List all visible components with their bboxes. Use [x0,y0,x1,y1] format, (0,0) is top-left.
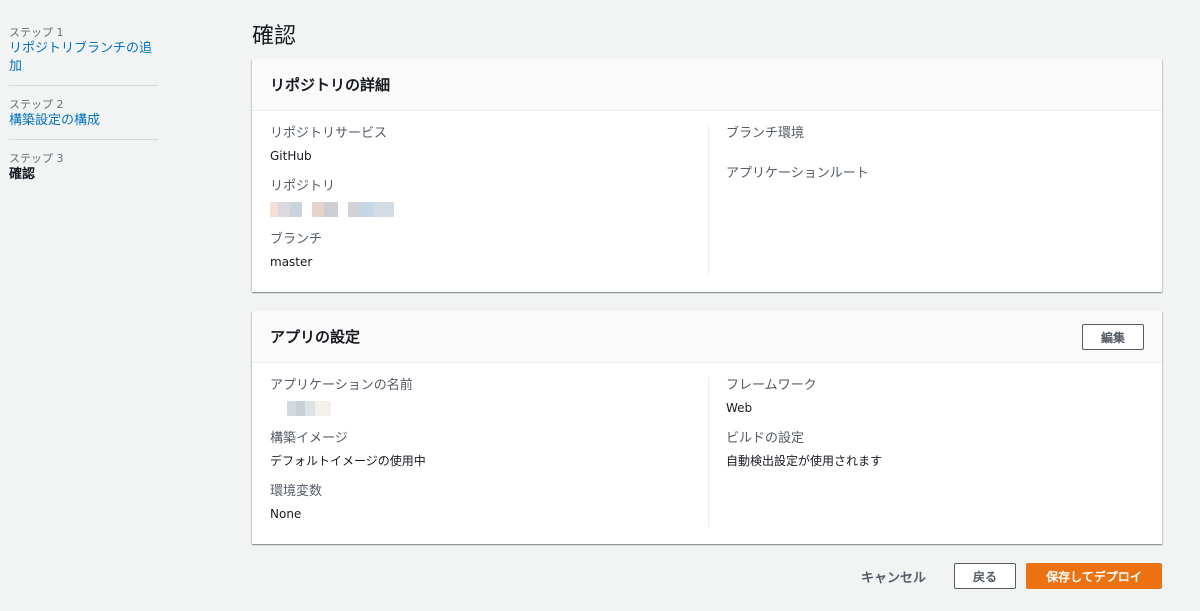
redacted-repository-value [270,201,707,218]
framework-field: フレームワーク Web [726,377,1143,417]
branch-environment-field: ブランチ環境 [726,125,1143,165]
build-image-field: 構築イメージ デフォルトイメージの使用中 [270,430,707,470]
right-column: ブランチ環境 アプリケーションルート [708,125,1143,275]
right-column: フレームワーク Web ビルドの設定 自動検出設定が使用されます [708,377,1143,527]
field-label: ビルドの設定 [726,431,805,446]
field-label: リポジトリサービス [270,126,388,141]
environment-variables-field: 環境変数 None [270,483,707,523]
field-value: None [270,507,302,521]
repository-field: リポジトリ [270,178,707,218]
left-column: アプリケーションの名前 構築イメージ デフォルトイメージの使用中 環境変数 No… [270,377,707,536]
repository-details-panel: リポジトリの詳細 リポジトリサービス GitHub リポジトリ ブランチ mas… [252,59,1162,292]
step-3-current: 確認 [9,167,36,182]
field-value: 自動検出設定が使用されます [726,454,883,468]
step-2-number: ステップ 2 [9,98,64,111]
footer-actions: キャンセル 戻る 保存してデプロイ [861,563,1162,589]
branch-field: ブランチ master [270,231,707,271]
panel-title: リポジトリの詳細 [270,76,391,94]
field-label: フレームワーク [726,378,817,393]
step-1-number: ステップ 1 [9,26,64,39]
page-title: 確認 [252,24,297,49]
field-value: master [270,255,313,269]
step-3-number: ステップ 3 [9,152,64,165]
step-1-link[interactable]: リポジトリブランチの追加 [9,40,158,76]
cancel-button[interactable]: キャンセル [861,567,926,586]
field-value: GitHub [270,149,312,163]
panel-body: アプリケーションの名前 構築イメージ デフォルトイメージの使用中 環境変数 No… [252,363,1162,543]
save-and-deploy-button[interactable]: 保存してデプロイ [1026,563,1162,589]
step-1: ステップ 1 リポジトリブランチの追加 [9,26,158,86]
field-label: リポジトリ [270,179,336,194]
application-root-field: アプリケーションルート [726,165,1143,205]
field-value [726,188,1143,205]
field-label: アプリケーションルート [726,166,869,181]
wizard-steps: ステップ 1 リポジトリブランチの追加 ステップ 2 構築設定の構成 ステップ … [0,0,165,611]
field-value: デフォルトイメージの使用中 [270,454,426,468]
app-settings-panel: アプリの設定 編集 アプリケーションの名前 構築イメージ デフォルトイメージの使… [252,311,1162,544]
field-label: ブランチ [270,232,323,247]
app-name-field: アプリケーションの名前 [270,377,707,417]
panel-header: リポジトリの詳細 [252,59,1162,111]
panel-body: リポジトリサービス GitHub リポジトリ ブランチ master ブランチ環… [252,111,1162,291]
field-value: Web [726,401,753,415]
field-value [726,148,1143,165]
step-2-link[interactable]: 構築設定の構成 [9,112,158,130]
field-label: 環境変数 [270,484,323,499]
field-label: 構築イメージ [270,431,348,446]
field-label: ブランチ環境 [726,126,805,141]
left-column: リポジトリサービス GitHub リポジトリ ブランチ master [270,125,707,284]
back-button[interactable]: 戻る [954,563,1016,589]
repository-service-field: リポジトリサービス GitHub [270,125,707,165]
field-label: アプリケーションの名前 [270,378,413,393]
edit-button[interactable]: 編集 [1082,324,1144,350]
build-settings-field: ビルドの設定 自動検出設定が使用されます [726,430,1143,470]
step-2: ステップ 2 構築設定の構成 [9,98,158,140]
panel-header: アプリの設定 編集 [252,311,1162,363]
panel-title: アプリの設定 [270,328,361,346]
redacted-app-name-value [270,400,707,417]
step-3: ステップ 3 確認 [9,152,158,193]
